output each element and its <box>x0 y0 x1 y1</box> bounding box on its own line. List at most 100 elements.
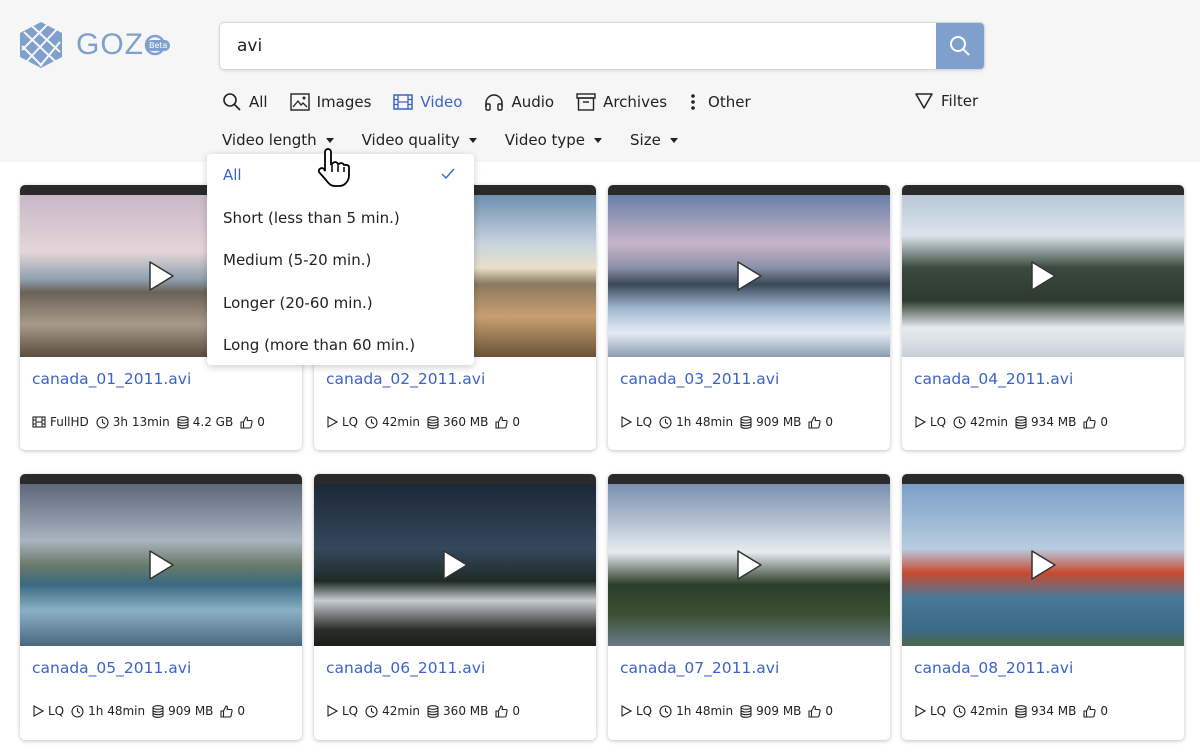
file-size: 909 MB <box>756 704 802 718</box>
video-meta: FullHD 3h 13min 4.2 GB 0 <box>20 415 302 429</box>
clock-icon <box>953 704 966 718</box>
duration: 42min <box>970 415 1009 429</box>
video-thumbnail[interactable] <box>902 484 1184 646</box>
video-title-link[interactable]: canada_03_2011.avi <box>608 357 890 415</box>
play-icon[interactable] <box>735 260 763 292</box>
clock-icon <box>365 704 378 718</box>
file-size: 909 MB <box>756 415 802 429</box>
thumbs-up-icon[interactable] <box>1083 415 1096 429</box>
duration: 42min <box>382 415 421 429</box>
video-thumbnail[interactable] <box>314 484 596 646</box>
tab-other[interactable]: Other <box>689 92 751 112</box>
play-icon <box>621 416 632 428</box>
menu-item-short[interactable]: Short (less than 5 min.) <box>207 197 474 240</box>
database-icon <box>427 704 439 718</box>
video-title-link[interactable]: canada_06_2011.avi <box>314 646 596 704</box>
play-icon[interactable] <box>735 549 763 581</box>
video-card[interactable]: canada_03_2011.avi LQ 1h 48min 909 MB 0 <box>608 185 890 450</box>
thumbs-up-icon[interactable] <box>240 415 253 429</box>
clock-icon <box>659 704 672 718</box>
tab-archives[interactable]: Archives <box>576 92 667 112</box>
menu-item-label: Short (less than 5 min.) <box>223 208 400 227</box>
menu-item-label: Long (more than 60 min.) <box>223 336 416 355</box>
thumbs-up-icon[interactable] <box>220 704 234 718</box>
video-length-dropdown[interactable]: Video length <box>222 131 334 149</box>
thumbs-up-icon[interactable] <box>808 415 822 429</box>
play-icon[interactable] <box>441 549 469 581</box>
video-card[interactable]: canada_06_2011.avi LQ 42min 360 MB 0 <box>314 474 596 740</box>
card-top-bar <box>608 185 890 195</box>
tab-label: Video <box>420 93 463 111</box>
like-count: 0 <box>1100 704 1108 718</box>
video-type-dropdown[interactable]: Video type <box>504 131 603 149</box>
card-top-bar <box>902 185 1184 195</box>
like-count: 0 <box>512 704 520 718</box>
tab-audio[interactable]: Audio <box>484 92 554 112</box>
search-icon <box>950 36 970 56</box>
video-quality-dropdown[interactable]: Video quality <box>362 131 477 149</box>
menu-item-longer[interactable]: Longer (20-60 min.) <box>207 282 474 325</box>
tab-label: All <box>249 93 268 111</box>
video-title-link[interactable]: canada_08_2011.avi <box>902 646 1184 704</box>
subfilters: Video length Video quality Video type Si… <box>222 131 706 149</box>
video-meta: LQ 1h 48min 909 MB 0 <box>20 704 302 718</box>
menu-item-label: Longer (20-60 min.) <box>223 293 373 312</box>
video-title-link[interactable]: canada_07_2011.avi <box>608 646 890 704</box>
duration: 42min <box>382 704 421 718</box>
caret-down-icon <box>468 137 477 143</box>
video-meta: LQ 1h 48min 909 MB 0 <box>608 704 890 718</box>
filter-button[interactable]: Filter <box>915 92 978 110</box>
play-icon[interactable] <box>1029 549 1057 581</box>
search-input[interactable] <box>220 23 920 69</box>
video-card[interactable]: canada_07_2011.avi LQ 1h 48min 909 MB 0 <box>608 474 890 740</box>
video-card[interactable]: canada_04_2011.avi LQ 42min 934 MB 0 <box>902 185 1184 450</box>
menu-item-long[interactable]: Long (more than 60 min.) <box>207 324 474 367</box>
clock-icon <box>365 415 378 429</box>
card-top-bar <box>902 474 1184 484</box>
play-icon[interactable] <box>147 260 175 292</box>
subfilter-label: Size <box>630 131 661 149</box>
video-thumbnail[interactable] <box>902 195 1184 357</box>
tab-label: Images <box>316 93 372 111</box>
tab-video[interactable]: Video <box>393 92 462 112</box>
filter-icon <box>915 93 933 109</box>
video-card[interactable]: canada_05_2011.avi LQ 1h 48min 909 MB 0 <box>20 474 302 740</box>
logo[interactable]: GOZ Beta <box>20 22 171 68</box>
thumbs-up-icon[interactable] <box>495 704 508 718</box>
subfilter-label: Video type <box>504 131 586 149</box>
play-icon[interactable] <box>1029 260 1057 292</box>
play-icon <box>915 416 926 428</box>
menu-item-label: All <box>223 166 242 185</box>
header: GOZ Beta All Images Video Audio Archives… <box>0 0 1200 162</box>
duration: 1h 48min <box>88 704 146 718</box>
play-icon <box>327 416 338 428</box>
card-top-bar <box>20 474 302 484</box>
clock-icon <box>953 415 966 429</box>
menu-item-label: Medium (5-20 min.) <box>223 251 372 270</box>
video-thumbnail[interactable] <box>608 484 890 646</box>
video-card[interactable]: canada_08_2011.avi LQ 42min 934 MB 0 <box>902 474 1184 740</box>
video-thumbnail[interactable] <box>608 195 890 357</box>
like-count: 0 <box>512 415 520 429</box>
thumbs-up-icon[interactable] <box>808 704 822 718</box>
card-top-bar <box>314 474 596 484</box>
clock-icon <box>96 415 109 429</box>
video-title-link[interactable]: canada_04_2011.avi <box>902 357 1184 415</box>
video-title-link[interactable]: canada_05_2011.avi <box>20 646 302 704</box>
video-thumbnail[interactable] <box>20 484 302 646</box>
clock-icon <box>659 415 672 429</box>
duration: 1h 48min <box>676 704 734 718</box>
video-meta: LQ 42min 934 MB 0 <box>902 415 1184 429</box>
database-icon <box>152 704 164 718</box>
play-icon[interactable] <box>147 549 175 581</box>
quality: FullHD <box>50 415 89 429</box>
quality: LQ <box>48 704 65 718</box>
size-dropdown[interactable]: Size <box>630 131 678 149</box>
tab-images[interactable]: Images <box>289 92 372 112</box>
thumbs-up-icon[interactable] <box>1083 704 1096 718</box>
tab-all[interactable]: All <box>222 92 268 112</box>
menu-item-medium[interactable]: Medium (5-20 min.) <box>207 239 474 282</box>
caret-down-icon <box>325 137 334 143</box>
search-button[interactable] <box>936 23 984 69</box>
thumbs-up-icon[interactable] <box>495 415 508 429</box>
